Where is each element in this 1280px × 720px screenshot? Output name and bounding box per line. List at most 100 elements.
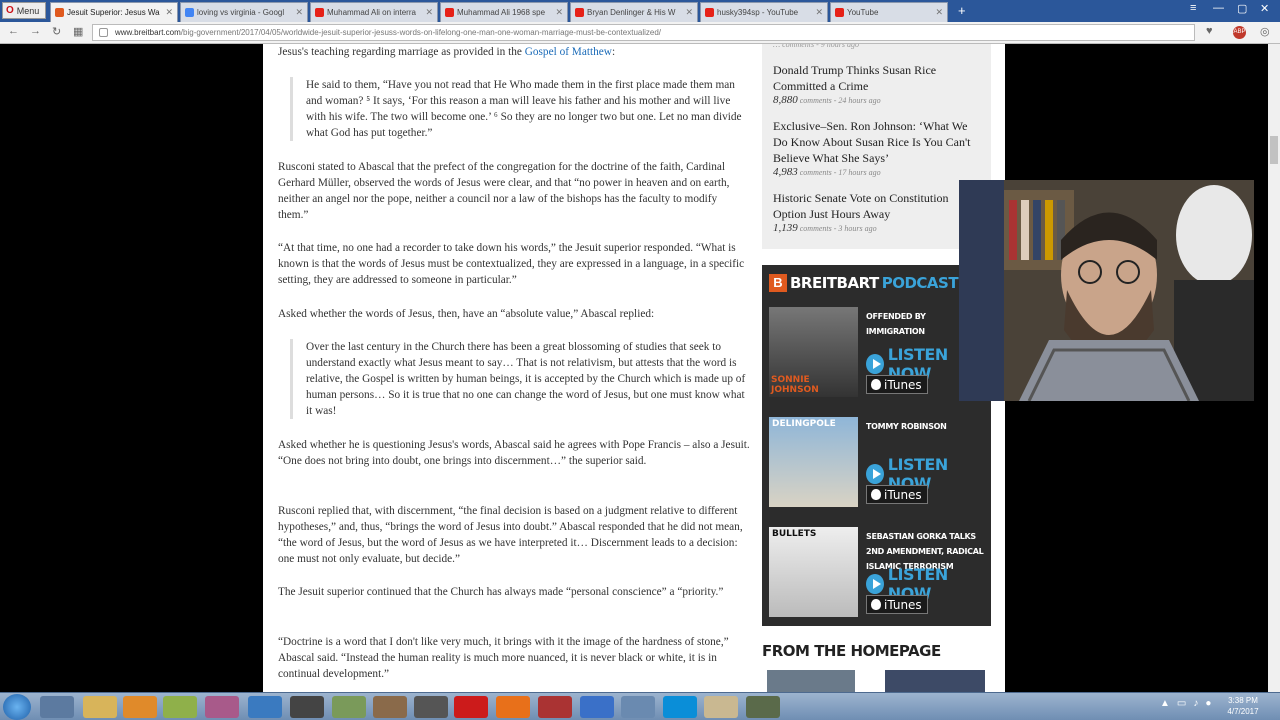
tab-label: Bryan Denlinger & His W bbox=[587, 8, 676, 17]
tab-close-icon[interactable]: ✕ bbox=[165, 7, 173, 18]
itunes-button[interactable]: iTunes bbox=[866, 375, 928, 394]
news-title[interactable]: Exclusive–Sen. Ron Johnson: ‘What We Do … bbox=[773, 118, 973, 166]
system-tray: ▲ ▭ ♪ ● bbox=[1160, 698, 1211, 709]
podcast-title[interactable]: TOMMY ROBINSON bbox=[866, 419, 986, 434]
itunes-button[interactable]: iTunes bbox=[866, 595, 928, 614]
article-paragraph: Asked whether he is questioning Jesus's … bbox=[278, 439, 750, 467]
tab-close-icon[interactable]: ✕ bbox=[815, 7, 823, 18]
tab-favicon-icon bbox=[705, 8, 714, 17]
browser-tab[interactable]: Muhammad Ali 1968 spe ✕ bbox=[440, 2, 568, 22]
itunes-label: iTunes bbox=[884, 487, 922, 502]
itunes-button[interactable]: iTunes bbox=[866, 485, 928, 504]
extension-icon[interactable]: ◎ bbox=[1260, 25, 1270, 38]
opera-taskbar-icon[interactable] bbox=[454, 696, 488, 718]
taskbar-app-icon[interactable] bbox=[205, 696, 239, 718]
tab-favicon-icon bbox=[575, 8, 584, 17]
maximize-icon[interactable]: ▢ bbox=[1237, 2, 1247, 15]
podcasts-label: PODCASTS bbox=[881, 274, 969, 292]
url-field[interactable]: www.breitbart.com/big-government/2017/04… bbox=[92, 24, 1195, 41]
scrollbar-thumb[interactable] bbox=[1270, 136, 1278, 164]
taskbar-app-icon[interactable] bbox=[414, 696, 448, 718]
article-paragraph: The Jesuit superior continued that the C… bbox=[278, 586, 724, 598]
start-button[interactable] bbox=[3, 694, 31, 720]
browser-tab-bar: O Menu Jesuit Superior: Jesus Wa ✕ loving … bbox=[0, 0, 1280, 22]
breitbart-logo-icon: B bbox=[769, 274, 787, 292]
taskbar-clock[interactable]: 3:38 PM 4/7/2017 bbox=[1222, 695, 1264, 717]
tab-close-icon[interactable]: ✕ bbox=[935, 7, 943, 18]
volume-icon[interactable]: ♪ bbox=[1193, 698, 1198, 709]
podcast-item: SONNIE JOHNSON OFFENDED BY IMMIGRATION LIS… bbox=[769, 307, 984, 399]
opera-menu-button[interactable]: O Menu bbox=[2, 2, 46, 19]
adblock-icon[interactable]: ABP bbox=[1233, 26, 1246, 39]
news-title[interactable]: Donald Trump Thinks Susan Rice Committed… bbox=[773, 62, 973, 94]
browser-tab[interactable]: YouTube ✕ bbox=[830, 2, 948, 22]
tab-close-icon[interactable]: ✕ bbox=[555, 7, 563, 18]
bookmark-heart-icon[interactable]: ♥ bbox=[1206, 25, 1213, 37]
taskbar-app-icon[interactable] bbox=[373, 696, 407, 718]
trending-news-item[interactable]: Historic Senate Vote on Constitution Opt… bbox=[773, 190, 973, 234]
play-icon bbox=[866, 354, 884, 374]
podcast-thumbnail[interactable]: SONNIE JOHNSON bbox=[769, 307, 858, 397]
comments-label: comments bbox=[799, 168, 832, 177]
tab-close-icon[interactable]: ✕ bbox=[425, 7, 433, 18]
taskbar-app-icon[interactable] bbox=[580, 696, 614, 718]
trending-news-item[interactable]: Exclusive–Sen. Ron Johnson: ‘What We Do … bbox=[773, 118, 973, 178]
podcast-thumb-label: BULLETS bbox=[772, 529, 817, 539]
folder-icon[interactable] bbox=[83, 696, 117, 718]
tab-label: Muhammad Ali 1968 spe bbox=[457, 8, 546, 17]
opera-logo-icon: O bbox=[6, 5, 14, 16]
browser-tab[interactable]: husky394sp - YouTube ✕ bbox=[700, 2, 828, 22]
taskbar-app-icon[interactable] bbox=[290, 696, 324, 718]
new-tab-icon[interactable]: + bbox=[958, 3, 966, 18]
comment-count[interactable]: 1,139 bbox=[773, 222, 798, 234]
reload-icon[interactable]: ↻ bbox=[52, 25, 61, 38]
gospel-link[interactable]: Gospel of Matthew bbox=[525, 46, 612, 58]
page-scrollbar[interactable] bbox=[1268, 44, 1280, 692]
browser-tab[interactable]: Bryan Denlinger & His W ✕ bbox=[570, 2, 698, 22]
podcast-thumbnail[interactable]: DELINGPOLE bbox=[769, 417, 858, 507]
tab-favicon-icon bbox=[835, 8, 844, 17]
power-icon[interactable]: ● bbox=[1205, 698, 1211, 709]
page-info-icon[interactable] bbox=[99, 28, 108, 37]
browser-tab[interactable]: Jesuit Superior: Jesus Wa ✕ bbox=[50, 2, 178, 22]
tab-close-icon[interactable]: ✕ bbox=[685, 7, 693, 18]
comments-label: comments bbox=[799, 96, 832, 105]
news-title[interactable]: Historic Senate Vote on Constitution Opt… bbox=[773, 190, 973, 222]
skype-taskbar-icon[interactable] bbox=[663, 696, 697, 718]
article-paragraph: Rusconi replied that, with discernment, … bbox=[278, 505, 743, 565]
homepage-thumbnail[interactable] bbox=[885, 670, 985, 692]
from-homepage-heading: FROM THE HOMEPAGE bbox=[762, 642, 941, 660]
itunes-label: iTunes bbox=[884, 597, 922, 612]
firefox-taskbar-icon[interactable] bbox=[496, 696, 530, 718]
speed-dial-icon[interactable]: ▦ bbox=[73, 25, 83, 38]
tab-list-icon[interactable]: ≡ bbox=[1190, 2, 1196, 14]
tab-favicon-icon bbox=[445, 8, 454, 17]
forward-icon[interactable]: → bbox=[30, 25, 41, 37]
trending-news-item[interactable]: Donald Trump Thinks Susan Rice Committed… bbox=[773, 62, 973, 106]
back-icon[interactable]: ← bbox=[8, 25, 19, 37]
podcast-thumbnail[interactable]: BULLETS bbox=[769, 527, 858, 617]
minimize-icon[interactable]: — bbox=[1213, 2, 1224, 14]
taskbar-app-icon[interactable] bbox=[40, 696, 74, 718]
media-player-icon[interactable] bbox=[123, 696, 157, 718]
taskbar-app-icon[interactable] bbox=[538, 696, 572, 718]
taskbar-app-icon[interactable] bbox=[621, 696, 655, 718]
play-icon bbox=[866, 464, 884, 484]
taskbar-app-icon[interactable] bbox=[746, 696, 780, 718]
close-window-icon[interactable]: ✕ bbox=[1260, 2, 1269, 15]
taskbar-app-icon[interactable] bbox=[248, 696, 282, 718]
comment-count[interactable]: 4,983 bbox=[773, 166, 798, 178]
podcast-thumb-label: DELINGPOLE bbox=[772, 419, 836, 429]
browser-tab[interactable]: loving vs virginia - Googl ✕ bbox=[180, 2, 308, 22]
taskbar-app-icon[interactable] bbox=[704, 696, 738, 718]
homepage-thumbnail[interactable] bbox=[767, 670, 855, 692]
podcast-item: DELINGPOLE TOMMY ROBINSON LISTEN NOW iTunes bbox=[769, 417, 984, 509]
notepad-icon[interactable] bbox=[163, 696, 197, 718]
comment-count[interactable]: 8,880 bbox=[773, 94, 798, 106]
tray-arrow-icon[interactable]: ▲ bbox=[1160, 698, 1170, 709]
itunes-label: iTunes bbox=[884, 377, 922, 392]
browser-tab[interactable]: Muhammad Ali on interra ✕ bbox=[310, 2, 438, 22]
taskbar-app-icon[interactable] bbox=[332, 696, 366, 718]
tab-close-icon[interactable]: ✕ bbox=[295, 7, 303, 18]
network-icon[interactable]: ▭ bbox=[1177, 698, 1186, 709]
